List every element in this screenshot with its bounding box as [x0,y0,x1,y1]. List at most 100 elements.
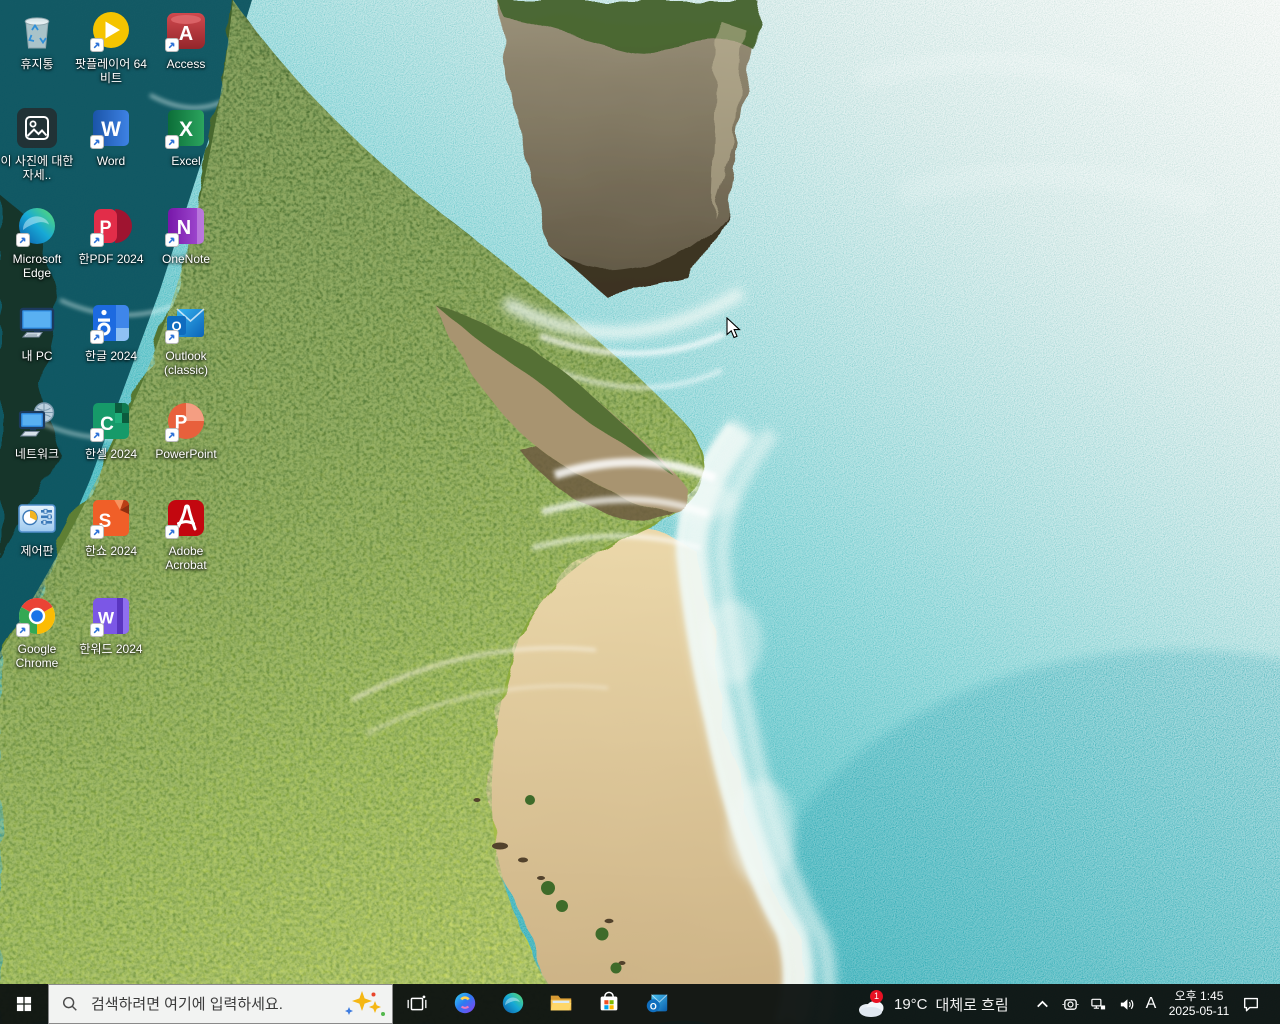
search-highlights-sparkle-icon [345,991,385,1016]
desktop-icon-label: 한쇼 2024 [84,544,138,558]
desktop-icon-label: Adobe Acrobat [165,544,207,572]
recycle-bin-icon [14,8,60,54]
desktop-icon-powerpoint[interactable]: P PowerPoint [149,398,223,461]
desktop-icon-label: Google Chrome [15,642,59,670]
desktop-icon-outlook-classic[interactable]: O Outlook (classic) [149,300,223,377]
shortcut-arrow-badge [90,623,104,637]
shortcut-arrow-badge [90,330,104,344]
desktop-icon-label: Microsoft Edge [12,252,62,280]
weather-widget[interactable]: 1 19°C 대체로 흐림 [856,984,1009,1024]
potplayer-icon [88,8,134,54]
taskbar-app-copilot[interactable] [441,984,489,1024]
action-center-icon [1244,997,1258,1012]
network-icon [14,398,60,444]
weather-condition: 대체로 흐림 [935,996,1009,1014]
task-view-icon [407,995,427,1011]
action-center-button[interactable] [1236,984,1266,1024]
taskbar-app-file-explorer[interactable] [537,984,585,1024]
svg-text:A: A [179,23,193,45]
shortcut-arrow-badge [16,233,30,247]
desktop-icon-hangul[interactable]: 한글 2024 [74,300,148,363]
hangul-icon [88,300,134,346]
svg-text:O: O [650,1001,657,1011]
display-device-icon[interactable] [1058,984,1082,1024]
search-input[interactable] [89,994,342,1014]
system-tray: A 오후 1:45 2025-05-11 [1028,984,1266,1024]
desktop-icon-label: 내 PC [21,349,53,363]
desktop-icon-control-panel[interactable]: 제어판 [0,495,74,558]
photo-info-icon [14,105,60,151]
shortcut-arrow-badge [90,233,104,247]
desktop-icon-hanpdf[interactable]: P 한PDF 2024 [74,203,148,266]
desktop-icon-acrobat[interactable]: Adobe Acrobat [149,495,223,572]
desktop-icon-label: PowerPoint [155,447,217,461]
desktop: 휴지통 팟플레이어 64 비트 A Access 이 사진에 대한 자세.. W Word X… [0,0,1280,1024]
desktop-icon-my-pc[interactable]: 내 PC [0,300,74,363]
hanpdf-icon: P [88,203,134,249]
clock-date: 2025-05-11 [1168,1004,1230,1018]
desktop-icon-label: 팟플레이어 64 비트 [75,57,147,85]
my-pc-icon [14,300,60,346]
chrome-icon [14,593,60,639]
desktop-icon-grid: 휴지통 팟플레이어 64 비트 A Access 이 사진에 대한 자세.. W Word X… [0,0,260,720]
taskbar: O 1 19°C 대체로 흐림 [0,984,1280,1024]
desktop-icon-word[interactable]: W Word [74,105,148,168]
taskbar-search-box[interactable] [48,984,393,1024]
desktop-icon-label: Access [166,57,206,71]
outlook-icon: O [644,990,670,1019]
edge-icon [500,990,526,1019]
acrobat-icon [163,495,209,541]
copilot-icon [452,990,478,1019]
desktop-icon-hanword[interactable]: W 한워드 2024 [74,593,148,656]
desktop-icon-label: 한셀 2024 [84,447,138,461]
powerpoint-icon: P [163,398,209,444]
weather-temp: 19°C [894,995,928,1013]
shortcut-arrow-badge [90,525,104,539]
desktop-icon-label: 이 사진에 대한 자세.. [0,154,74,182]
taskbar-app-edge[interactable] [489,984,537,1024]
shortcut-arrow-badge [165,428,179,442]
taskbar-apps: O [441,984,681,1024]
desktop-icon-potplayer[interactable]: 팟플레이어 64 비트 [74,8,148,85]
desktop-icon-label: 네트워크 [14,447,60,461]
windows-logo-icon [16,996,32,1012]
word-icon: W [88,105,134,151]
desktop-icon-onenote[interactable]: N OneNote [149,203,223,266]
desktop-icon-label: 한글 2024 [84,349,138,363]
taskbar-app-outlook[interactable]: O [633,984,681,1024]
desktop-icon-chrome[interactable]: Google Chrome [0,593,74,670]
shortcut-arrow-badge [90,135,104,149]
desktop-icon-label: 한PDF 2024 [78,252,144,266]
desktop-icon-photo-info[interactable]: 이 사진에 대한 자세.. [0,105,74,182]
desktop-icon-hanshow[interactable]: S 한쇼 2024 [74,495,148,558]
hidden-icons-chevron-icon[interactable] [1030,984,1054,1024]
hanword-icon: W [88,593,134,639]
ime-mode-indicator[interactable]: A [1140,995,1162,1013]
desktop-icon-edge[interactable]: Microsoft Edge [0,203,74,280]
desktop-icon-hancell[interactable]: C 한셀 2024 [74,398,148,461]
network-icon[interactable] [1086,984,1110,1024]
desktop-icon-network[interactable]: 네트워크 [0,398,74,461]
taskbar-clock[interactable]: 오후 1:45 2025-05-11 [1162,989,1236,1019]
search-icon [62,996,77,1011]
cloudy-icon: 1 [856,990,886,1017]
volume-icon[interactable] [1114,984,1138,1024]
hanshow-icon: S [88,495,134,541]
desktop-icon-recycle-bin[interactable]: 휴지통 [0,8,74,71]
desktop-icon-excel[interactable]: X Excel [149,105,223,168]
svg-text:W: W [101,118,121,141]
shortcut-arrow-badge [90,38,104,52]
start-button[interactable] [0,984,48,1024]
clock-time: 오후 1:45 [1174,989,1224,1003]
shortcut-arrow-badge [90,428,104,442]
desktop-icon-label: 휴지통 [20,57,54,71]
desktop-icon-label: 한워드 2024 [79,642,143,656]
desktop-icon-label: Excel [171,154,201,168]
shortcut-arrow-badge [165,330,179,344]
svg-text:X: X [179,118,193,141]
control-panel-icon [14,495,60,541]
taskbar-app-store[interactable] [585,984,633,1024]
desktop-icon-access[interactable]: A Access [149,8,223,71]
weather-alert-badge: 1 [870,990,883,1003]
task-view-button[interactable] [393,984,441,1024]
